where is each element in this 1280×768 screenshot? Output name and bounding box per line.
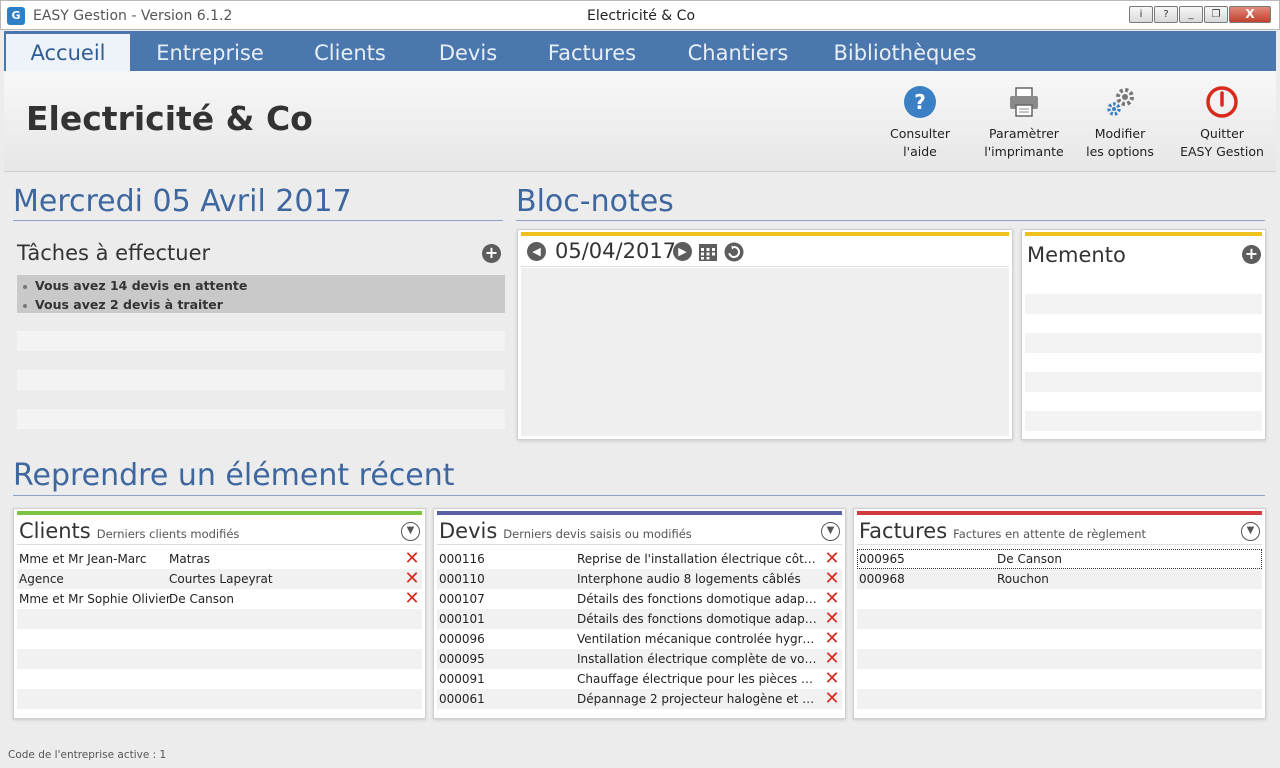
notes-date-bar: ◀ 05/04/2017 ▶ [521,236,1009,267]
delete-icon[interactable]: ✕ [824,590,840,608]
restore-button[interactable]: ❐ [1204,6,1228,23]
tab-bibliotheques[interactable]: Bibliothèques [826,31,984,71]
svg-text:?: ? [914,90,926,114]
tab-accueil[interactable]: Accueil [6,31,130,71]
help-icon: ? [904,86,936,118]
devis-card-title: Devis Derniers devis saisis ou modifiés [439,519,692,543]
list-item[interactable]: Mme et Mr Jean-Marc Matras ✕ [17,549,422,569]
factures-list: 000965 De Canson 000968 Rouchon [857,549,1262,709]
devis-list: 000116 Reprise de l'installation électriq… [437,549,842,709]
delete-icon[interactable]: ✕ [824,650,840,668]
help-tool-button[interactable]: ? Consulter l'aide [870,85,970,161]
power-icon [1206,86,1238,118]
list-item[interactable]: 000968 Rouchon [857,569,1262,589]
help-tool-label-1: Consulter [890,126,950,141]
calendar-icon[interactable] [698,242,718,262]
recent-factures-card: Factures Factures en attente de règlement… [853,508,1266,719]
list-item[interactable]: 000095 Installation électrique complète d… [437,649,842,669]
recent-divider [13,495,1265,496]
recent-clients-card: Clients Derniers clients modifiés ▼ Mme e… [13,508,426,719]
tasks-title: Tâches à effectuer [17,241,211,265]
task-item[interactable]: Vous avez 14 devis en attente [17,277,505,296]
list-item[interactable]: 000091 Chauffage électrique pour les pièc… [437,669,842,689]
memento-rows [1025,294,1262,450]
quit-tool-label-1: Quitter [1200,126,1244,141]
gears-icon [1107,88,1134,116]
minimize-button[interactable]: _ [1179,6,1203,23]
delete-icon[interactable]: ✕ [824,550,840,568]
header-band: Electricité & Co ? Consulter l'aide Para… [4,71,1276,172]
next-day-icon[interactable]: ▶ [673,242,692,261]
printer-tool-label-2: l'imprimante [984,144,1064,159]
list-item[interactable]: 000116 Reprise de l'installation électriq… [437,549,842,569]
date-divider [13,220,503,221]
info-button[interactable]: i [1129,6,1153,23]
tasks-list: Vous avez 14 devis en attente Vous avez … [17,275,505,313]
delete-icon[interactable]: ✕ [824,690,840,708]
delete-icon[interactable]: ✕ [404,590,420,608]
memento-title: Memento [1027,243,1126,267]
list-item[interactable]: Agence Courtes Lapeyrat ✕ [17,569,422,589]
list-item[interactable]: 000096 Ventilation mécanique controlée hy… [437,629,842,649]
list-item[interactable]: 000061 Dépannage 2 projecteur halogène et… [437,689,842,709]
notes-textarea[interactable] [521,268,1009,436]
refresh-icon[interactable] [724,242,744,262]
today-date: Mercredi 05 Avril 2017 [13,184,352,219]
tasks-empty-rows [17,331,505,448]
options-tool-label-2: les options [1086,144,1154,159]
list-item[interactable]: 000965 De Canson [857,549,1262,569]
window-title: Electricité & Co [586,8,696,24]
tab-entreprise[interactable]: Entreprise [144,31,276,71]
recent-heading: Reprendre un élément récent [13,458,455,493]
options-tool-label-1: Modifier [1094,126,1146,141]
clients-card-title: Clients Derniers clients modifiés [19,519,240,543]
status-footer: Code de l'entreprise active : 1 [8,749,167,761]
add-task-icon[interactable]: + [482,244,501,263]
list-item[interactable]: 000101 Détails des fonctions domotique ad… [437,609,842,629]
main-nav: Accueil Entreprise Clients Devis Facture… [4,31,1276,71]
quit-tool-button[interactable]: Quitter EASY Gestion [1172,85,1272,161]
delete-icon[interactable]: ✕ [824,630,840,648]
options-tool-button[interactable]: Modifier les options [1070,85,1170,161]
chevron-down-icon[interactable]: ▼ [1241,522,1260,541]
delete-icon[interactable]: ✕ [824,610,840,628]
delete-icon[interactable]: ✕ [824,570,840,588]
add-memento-icon[interactable]: + [1242,245,1261,264]
tab-devis[interactable]: Devis [424,31,512,71]
help-tool-label-2: l'aide [903,144,937,159]
tab-factures[interactable]: Factures [536,31,648,71]
notes-heading: Bloc-notes [516,184,674,219]
factures-card-title: Factures Factures en attente de règlement [859,519,1146,543]
printer-tool-button[interactable]: Paramètrer l'imprimante [974,85,1074,161]
close-button[interactable]: X [1229,6,1271,23]
delete-icon[interactable]: ✕ [824,670,840,688]
memento-card: Memento + [1021,229,1266,440]
list-item[interactable]: 000107 Détails des fonctions domotique ad… [437,589,842,609]
printer-icon [1010,87,1038,117]
company-name: Electricité & Co [26,99,313,138]
chevron-down-icon[interactable]: ▼ [821,522,840,541]
clients-list: Mme et Mr Jean-Marc Matras ✕ Agence Courtes… [17,549,422,709]
window-controls: i ? _ ❐ X [1128,6,1271,23]
tab-chantiers[interactable]: Chantiers [676,31,800,71]
chevron-down-icon[interactable]: ▼ [401,522,420,541]
delete-icon[interactable]: ✕ [404,570,420,588]
tab-clients[interactable]: Clients [300,31,400,71]
notes-date: 05/04/2017 [555,239,677,263]
notes-card: ◀ 05/04/2017 ▶ [517,229,1013,440]
list-item[interactable]: Mme et Mr Sophie Olivier De Canson ✕ [17,589,422,609]
notes-divider [516,220,1265,221]
list-item[interactable]: 000110 Interphone audio 8 logements câblé… [437,569,842,589]
task-item[interactable]: Vous avez 2 devis à traiter [17,296,505,315]
printer-tool-label-1: Paramètrer [989,126,1059,141]
prev-day-icon[interactable]: ◀ [527,242,546,261]
help-button[interactable]: ? [1154,6,1178,23]
recent-devis-card: Devis Derniers devis saisis ou modifiés ▼… [433,508,846,719]
quit-tool-label-2: EASY Gestion [1180,144,1264,159]
window-titlebar: G EASY Gestion - Version 6.1.2 Electrici… [0,0,1280,30]
delete-icon[interactable]: ✕ [404,550,420,568]
